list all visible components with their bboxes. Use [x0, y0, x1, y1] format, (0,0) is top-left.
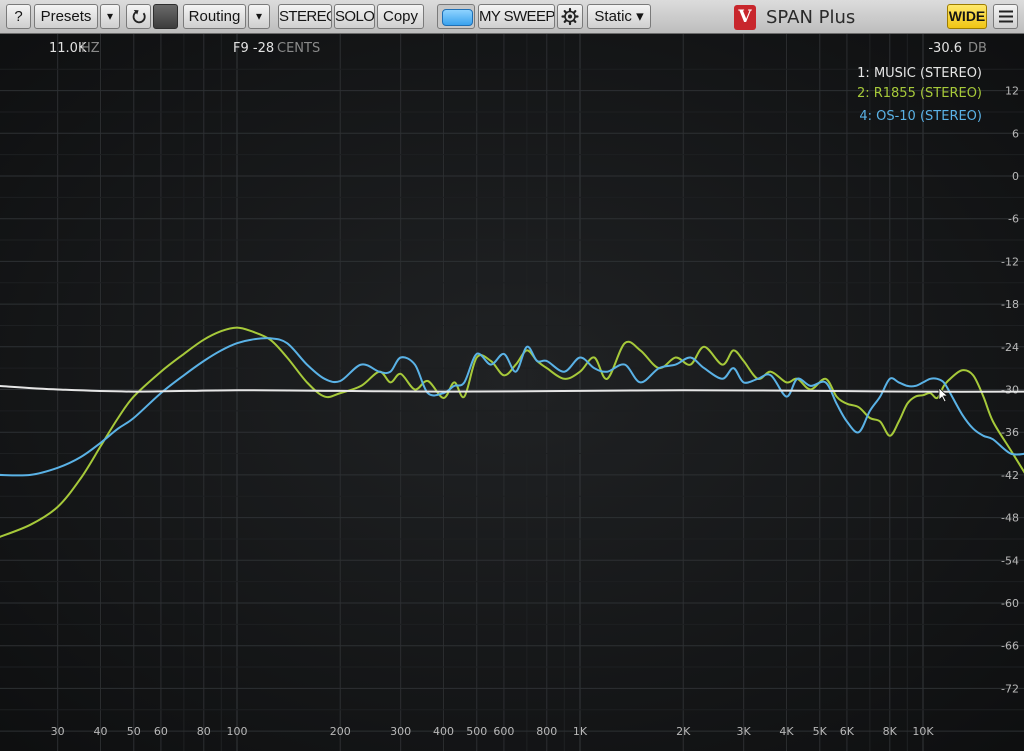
wide-label: WIDE [948, 8, 986, 24]
my-sweep-button[interactable]: MY SWEEP [478, 4, 555, 29]
solo-button[interactable]: SOLO [334, 4, 375, 29]
x-tick-label: 800 [536, 725, 557, 738]
note-readout-unit: CENTS [277, 41, 320, 56]
x-tick-label: 400 [433, 725, 454, 738]
wide-button[interactable]: WIDE [947, 4, 987, 29]
note-readout-value: F9 -28 [233, 41, 274, 56]
toolbar: ? Presets ▾ Routing ▾ STEREO SOLO Copy M… [0, 0, 1024, 34]
x-tick-label: 500 [466, 725, 487, 738]
y-tick-label: -48 [1001, 512, 1019, 525]
x-tick-label: 2K [676, 725, 691, 738]
y-tick-label: -66 [1001, 640, 1019, 653]
copy-button[interactable]: Copy [377, 4, 424, 29]
x-tick-label: 80 [197, 725, 211, 738]
freq-readout-unit: HZ [81, 41, 100, 56]
voxengo-logo-icon: V [734, 4, 756, 30]
x-tick-label: 50 [127, 725, 141, 738]
static-mode-dropdown[interactable]: Static ▾ [587, 4, 651, 29]
settings-button[interactable] [557, 4, 583, 29]
stereo-label: STEREO [279, 8, 332, 25]
y-tick-label: 0 [1012, 170, 1019, 183]
hamburger-menu-icon [998, 10, 1013, 23]
presets-dropdown-button[interactable]: ▾ [100, 4, 120, 29]
dropdown-arrow-icon: ▾ [255, 9, 263, 23]
plugin-title: SPAN Plus [766, 6, 856, 28]
x-tick-label: 3K [737, 725, 752, 738]
y-tick-label: -42 [1001, 469, 1019, 482]
x-tick-label: 100 [227, 725, 248, 738]
solo-label: SOLO [335, 8, 375, 25]
x-tick-label: 60 [154, 725, 168, 738]
copy-label: Copy [382, 8, 419, 25]
y-tick-label: -6 [1008, 213, 1019, 226]
help-button[interactable]: ? [6, 4, 31, 29]
routing-label: Routing [188, 8, 241, 25]
legend-item-music[interactable]: 1: MUSIC (STEREO) [857, 66, 982, 81]
level-readout-unit: DB [968, 41, 987, 56]
presets-button[interactable]: Presets [34, 4, 98, 29]
stereo-button[interactable]: STEREO [278, 4, 332, 29]
gear-icon [561, 7, 579, 26]
compare-slot-button[interactable] [153, 4, 178, 29]
y-tick-label: 12 [1005, 85, 1019, 98]
undo-arrow-icon [132, 10, 146, 24]
y-tick-label: -72 [1001, 682, 1019, 695]
static-mode-label: Static ▾ [594, 8, 644, 25]
y-tick-label: 6 [1012, 127, 1019, 140]
x-tick-label: 1K [573, 725, 588, 738]
spectrum-display[interactable]: 1260-6-12-18-24-30-36-42-48-54-60-66-72 … [0, 34, 1024, 751]
x-tick-label: 30 [51, 725, 65, 738]
y-tick-label: -54 [1001, 554, 1019, 567]
level-readout-value: -30.6 [928, 41, 962, 56]
x-tick-label: 10K [912, 725, 934, 738]
color-swatch [442, 9, 473, 26]
y-tick-label: -36 [1001, 426, 1019, 439]
x-tick-label: 8K [883, 725, 898, 738]
legend-item-r1855[interactable]: 2: R1855 (STEREO) [857, 86, 982, 101]
routing-button[interactable]: Routing [183, 4, 246, 29]
legend: 1: MUSIC (STEREO) 2: R1855 (STEREO) 4: O… [857, 66, 982, 124]
brand: V SPAN Plus [734, 3, 855, 31]
y-tick-label: -24 [1001, 341, 1019, 354]
spectrum-color-button[interactable] [437, 4, 475, 29]
x-tick-label: 5K [813, 725, 828, 738]
x-tick-label: 6K [840, 725, 855, 738]
x-tick-label: 600 [493, 725, 514, 738]
y-tick-label: -60 [1001, 597, 1019, 610]
y-tick-label: -12 [1001, 255, 1019, 268]
dropdown-arrow-icon: ▾ [106, 9, 114, 23]
x-tick-label: 300 [390, 725, 411, 738]
x-tick-label: 200 [330, 725, 351, 738]
y-tick-label: -18 [1001, 298, 1019, 311]
presets-label: Presets [40, 8, 92, 25]
y-tick-label: -30 [1001, 384, 1019, 397]
routing-dropdown-button[interactable]: ▾ [248, 4, 270, 29]
x-tick-label: 40 [94, 725, 108, 738]
menu-button[interactable] [993, 4, 1018, 29]
my-sweep-label: MY SWEEP [479, 8, 555, 25]
legend-item-os-10[interactable]: 4: OS-10 (STEREO) [859, 109, 982, 124]
help-icon: ? [14, 8, 23, 25]
undo-button[interactable] [126, 4, 151, 29]
x-tick-label: 4K [779, 725, 794, 738]
